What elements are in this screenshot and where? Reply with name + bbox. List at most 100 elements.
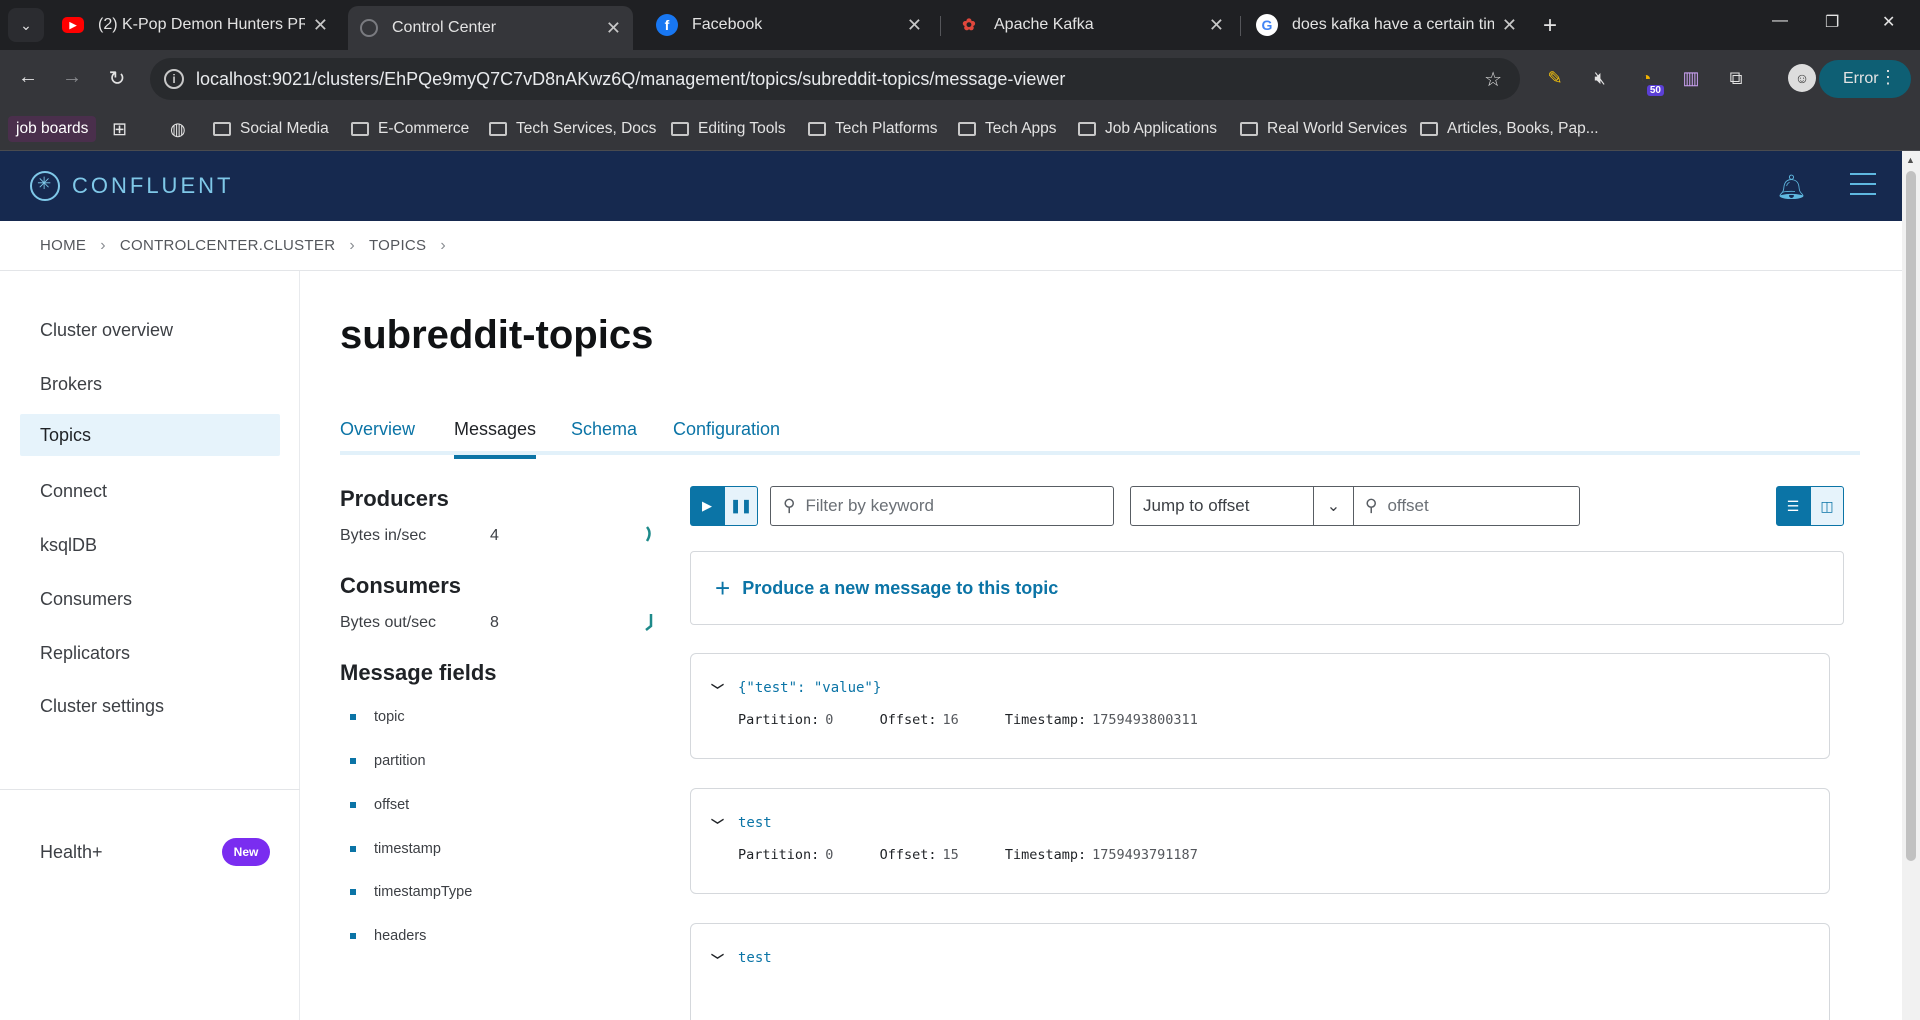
forward-icon[interactable]: → bbox=[58, 66, 86, 89]
new-badge: New bbox=[222, 838, 270, 866]
card-view-icon[interactable]: ◫ bbox=[1810, 486, 1844, 526]
bookmark-label: Real World Services bbox=[1267, 120, 1408, 137]
list-view-icon[interactable]: ☰ bbox=[1776, 486, 1810, 526]
sidebar-item-topics[interactable]: Topics bbox=[20, 414, 280, 456]
message-value: test bbox=[738, 950, 772, 966]
field-name: topic bbox=[374, 709, 405, 725]
message-card[interactable]: ﹀ {"test": "value"} Partition: 0 Offset: 1… bbox=[690, 653, 1830, 759]
jump-to-select[interactable]: Jump to offset ⌄ bbox=[1130, 486, 1354, 526]
filter-input[interactable]: ⚲ Filter by keyword bbox=[770, 486, 1114, 526]
close-tab-icon[interactable]: ✕ bbox=[313, 15, 328, 36]
jump-label: Jump to offset bbox=[1143, 496, 1250, 515]
tab-title: Control Center bbox=[392, 19, 497, 36]
chevron-down-icon[interactable]: ﹀ bbox=[711, 680, 724, 699]
url-text[interactable]: localhost:9021/clusters/EhPQe9myQ7C7vD8n… bbox=[196, 69, 1065, 90]
offset-label: Offset: bbox=[879, 712, 937, 728]
bookmark-folder[interactable]: E-Commerce bbox=[351, 116, 469, 142]
bookmark-star-icon[interactable]: ☆ bbox=[1484, 67, 1502, 92]
offset-input[interactable]: ⚲ offset bbox=[1353, 486, 1580, 526]
close-tab-icon[interactable]: ✕ bbox=[606, 18, 621, 39]
browser-tab-kafka[interactable]: ✿ Apache Kafka ✕ bbox=[946, 6, 1236, 44]
browser-tab-control-center[interactable]: Control Center ✕ bbox=[348, 6, 633, 50]
bytes-out-label: Bytes out/sec bbox=[340, 614, 437, 631]
bookmark-folder[interactable]: Tech Apps bbox=[958, 116, 1057, 142]
browser-tab-youtube[interactable]: ▶ (2) K-Pop Demon Hunters PRO ✕ bbox=[50, 6, 340, 44]
close-tab-icon[interactable]: ✕ bbox=[1502, 15, 1517, 36]
tab-search-icon[interactable]: ⌄ bbox=[8, 8, 44, 42]
sidebar: Cluster overview Brokers Topics Connect … bbox=[0, 271, 300, 1020]
hamburger-menu-icon[interactable] bbox=[1850, 173, 1876, 197]
folder-icon bbox=[671, 122, 689, 136]
partition-label: Partition: bbox=[738, 847, 820, 863]
breadcrumb: HOME › CONTROLCENTER.CLUSTER › TOPICS › bbox=[0, 221, 1902, 271]
message-value: test bbox=[738, 815, 772, 831]
play-icon[interactable]: ▶ bbox=[690, 486, 724, 526]
bookmark-job-boards[interactable]: job boards bbox=[8, 116, 97, 142]
site-info-icon[interactable]: i bbox=[164, 69, 184, 89]
mute-icon[interactable]: 🔇︎ bbox=[1586, 64, 1614, 92]
profile-error-button[interactable]: Error ⋮ bbox=[1819, 60, 1911, 98]
close-tab-icon[interactable]: ✕ bbox=[1209, 15, 1224, 36]
bookmark-folder[interactable]: Social Media bbox=[213, 116, 329, 142]
sidebar-item-ksqldb[interactable]: ksqlDB bbox=[20, 524, 280, 566]
folder-icon bbox=[1078, 122, 1096, 136]
sidebar-item-consumers[interactable]: Consumers bbox=[20, 578, 280, 620]
sidebar-item-brokers[interactable]: Brokers bbox=[20, 363, 280, 405]
page-scroll-thumb[interactable] bbox=[1906, 171, 1916, 861]
chevron-down-icon[interactable]: ⌄ bbox=[1313, 487, 1353, 525]
address-bar[interactable]: i localhost:9021/clusters/EhPQe9myQ7C7vD… bbox=[150, 58, 1520, 100]
timestamp-value: 1759493791187 bbox=[1092, 847, 1198, 863]
bookmark-folder[interactable]: Editing Tools bbox=[671, 116, 786, 142]
scroll-up-icon[interactable]: ▲ bbox=[1906, 155, 1915, 165]
bookmark-folder[interactable]: Job Applications bbox=[1078, 116, 1217, 142]
extensions-puzzle-icon[interactable]: ⧉ bbox=[1722, 64, 1750, 92]
apps-grid-icon[interactable]: ⊞ bbox=[112, 116, 127, 142]
tab-overview[interactable]: Overview bbox=[340, 419, 415, 455]
bookmark-folder[interactable]: Real World Services bbox=[1240, 116, 1407, 142]
tab-messages[interactable]: Messages bbox=[454, 419, 537, 459]
bullet-icon bbox=[350, 714, 356, 720]
sidebar-item-replicators[interactable]: Replicators bbox=[20, 632, 280, 674]
sidebar-item-connect[interactable]: Connect bbox=[20, 470, 280, 512]
close-tab-icon[interactable]: ✕ bbox=[907, 15, 922, 36]
message-card[interactable]: ﹀ test bbox=[690, 923, 1830, 1020]
tab-configuration[interactable]: Configuration bbox=[673, 419, 780, 455]
pause-icon[interactable]: ❚❚ bbox=[724, 486, 758, 526]
restore-icon[interactable]: ❐ bbox=[1825, 12, 1839, 32]
chevron-right-icon: › bbox=[100, 236, 106, 254]
bookmark-folder[interactable]: Tech Services, Docs bbox=[489, 116, 656, 142]
globe-icon[interactable]: ◍ bbox=[170, 116, 186, 142]
bookmark-folder[interactable]: Articles, Books, Pap... bbox=[1420, 116, 1599, 142]
tab-title: (2) K-Pop Demon Hunters PRO bbox=[98, 16, 305, 33]
tab-schema[interactable]: Schema bbox=[571, 419, 637, 455]
close-window-icon[interactable]: ✕ bbox=[1882, 12, 1895, 32]
chevron-down-icon[interactable]: ﹀ bbox=[711, 950, 724, 969]
notifications-bell-icon[interactable]: 🔔︎ bbox=[1776, 173, 1806, 201]
bookmark-label: Tech Platforms bbox=[835, 120, 938, 137]
minimize-icon[interactable]: — bbox=[1772, 12, 1788, 30]
profile-avatar[interactable]: ☺ bbox=[1788, 64, 1816, 92]
reader-extension-icon[interactable]: ▥ bbox=[1677, 64, 1705, 92]
bookmark-folder[interactable]: Tech Platforms bbox=[808, 116, 938, 142]
bullet-icon bbox=[350, 846, 356, 852]
browser-tab-facebook[interactable]: f Facebook ✕ bbox=[644, 6, 934, 44]
rss-extension-icon[interactable]: ◔ 50 bbox=[1632, 64, 1664, 96]
reload-icon[interactable]: ↻ bbox=[103, 66, 131, 91]
timestamp-label: Timestamp: bbox=[1004, 712, 1087, 728]
message-card[interactable]: ﹀ test Partition: 0 Offset: 15 Timestamp: 1… bbox=[690, 788, 1830, 894]
breadcrumb-cluster[interactable]: CONTROLCENTER.CLUSTER bbox=[120, 237, 336, 254]
browser-tab-google[interactable]: G does kafka have a certain time ✕ bbox=[1244, 6, 1529, 44]
confluent-logo[interactable]: CONFLUENT bbox=[30, 171, 233, 201]
breadcrumb-topics[interactable]: TOPICS bbox=[369, 237, 426, 254]
produce-message-button[interactable]: + Produce a new message to this topic bbox=[690, 551, 1844, 625]
new-tab-icon[interactable]: + bbox=[1543, 12, 1557, 40]
chevron-down-icon[interactable]: ﹀ bbox=[711, 815, 724, 834]
sidebar-item-cluster-settings[interactable]: Cluster settings bbox=[20, 685, 280, 727]
highlighter-extension-icon[interactable]: ✎ bbox=[1541, 64, 1569, 92]
breadcrumb-home[interactable]: HOME bbox=[40, 237, 86, 254]
page-scrollbar[interactable]: ▲ bbox=[1902, 151, 1920, 1020]
offset-value: 15 bbox=[942, 847, 959, 863]
back-icon[interactable]: ← bbox=[14, 66, 42, 89]
more-menu-icon[interactable]: ⋮ bbox=[1879, 67, 1897, 88]
sidebar-item-cluster-overview[interactable]: Cluster overview bbox=[20, 309, 280, 351]
